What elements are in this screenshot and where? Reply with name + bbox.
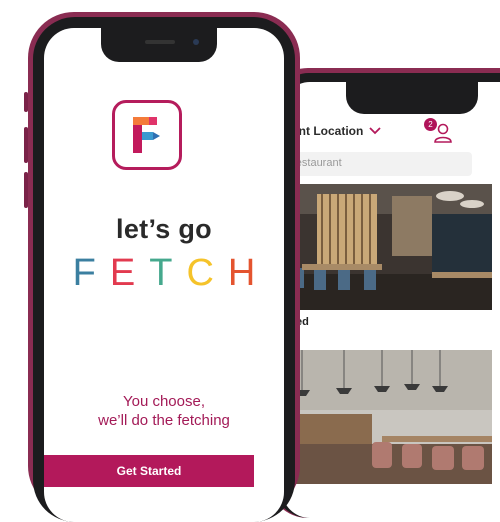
welcome-screen: let’s go FETCH You choose, we’ll do the … (44, 28, 284, 522)
restaurant-photo[interactable] (282, 350, 492, 484)
phone-notch (101, 28, 217, 62)
get-started-button[interactable]: Get Started (44, 455, 254, 487)
primary-phone-mockup: let’s go FETCH You choose, we’ll do the … (24, 12, 300, 522)
user-profile-icon[interactable] (432, 122, 454, 144)
chevron-down-icon[interactable] (368, 124, 382, 138)
brand-letter: H (227, 252, 270, 294)
tagline: You choose, we’ll do the fetching (44, 392, 284, 430)
restaurant-list-screen: ent Location 2 t restaurant (282, 82, 500, 518)
secondary-phone-mockup: ent Location 2 t restaurant (268, 68, 500, 518)
current-location-label: ent Location (292, 124, 364, 138)
front-camera (193, 39, 199, 45)
phone-side-button (24, 92, 28, 112)
brand-letter: E (109, 252, 150, 294)
location-bar[interactable]: ent Location 2 (282, 118, 492, 146)
restaurant-photo[interactable] (282, 184, 492, 310)
headline-text: let’s go (116, 214, 212, 244)
phone-side-button (24, 127, 28, 163)
speaker-grille (145, 40, 175, 44)
fetch-app-logo (112, 100, 182, 170)
brand-wordmark: FETCH (44, 252, 284, 295)
tagline-line-2: we’ll do the fetching (98, 412, 230, 429)
brand-letter: C (186, 252, 228, 294)
phone-notch (346, 82, 478, 114)
brand-letter: T (149, 252, 187, 294)
tagline-line-1: You choose, (122, 393, 206, 410)
brand-letter: F (72, 252, 110, 294)
phone-side-button (24, 172, 28, 208)
restaurant-search-input[interactable]: t restaurant (282, 152, 472, 176)
